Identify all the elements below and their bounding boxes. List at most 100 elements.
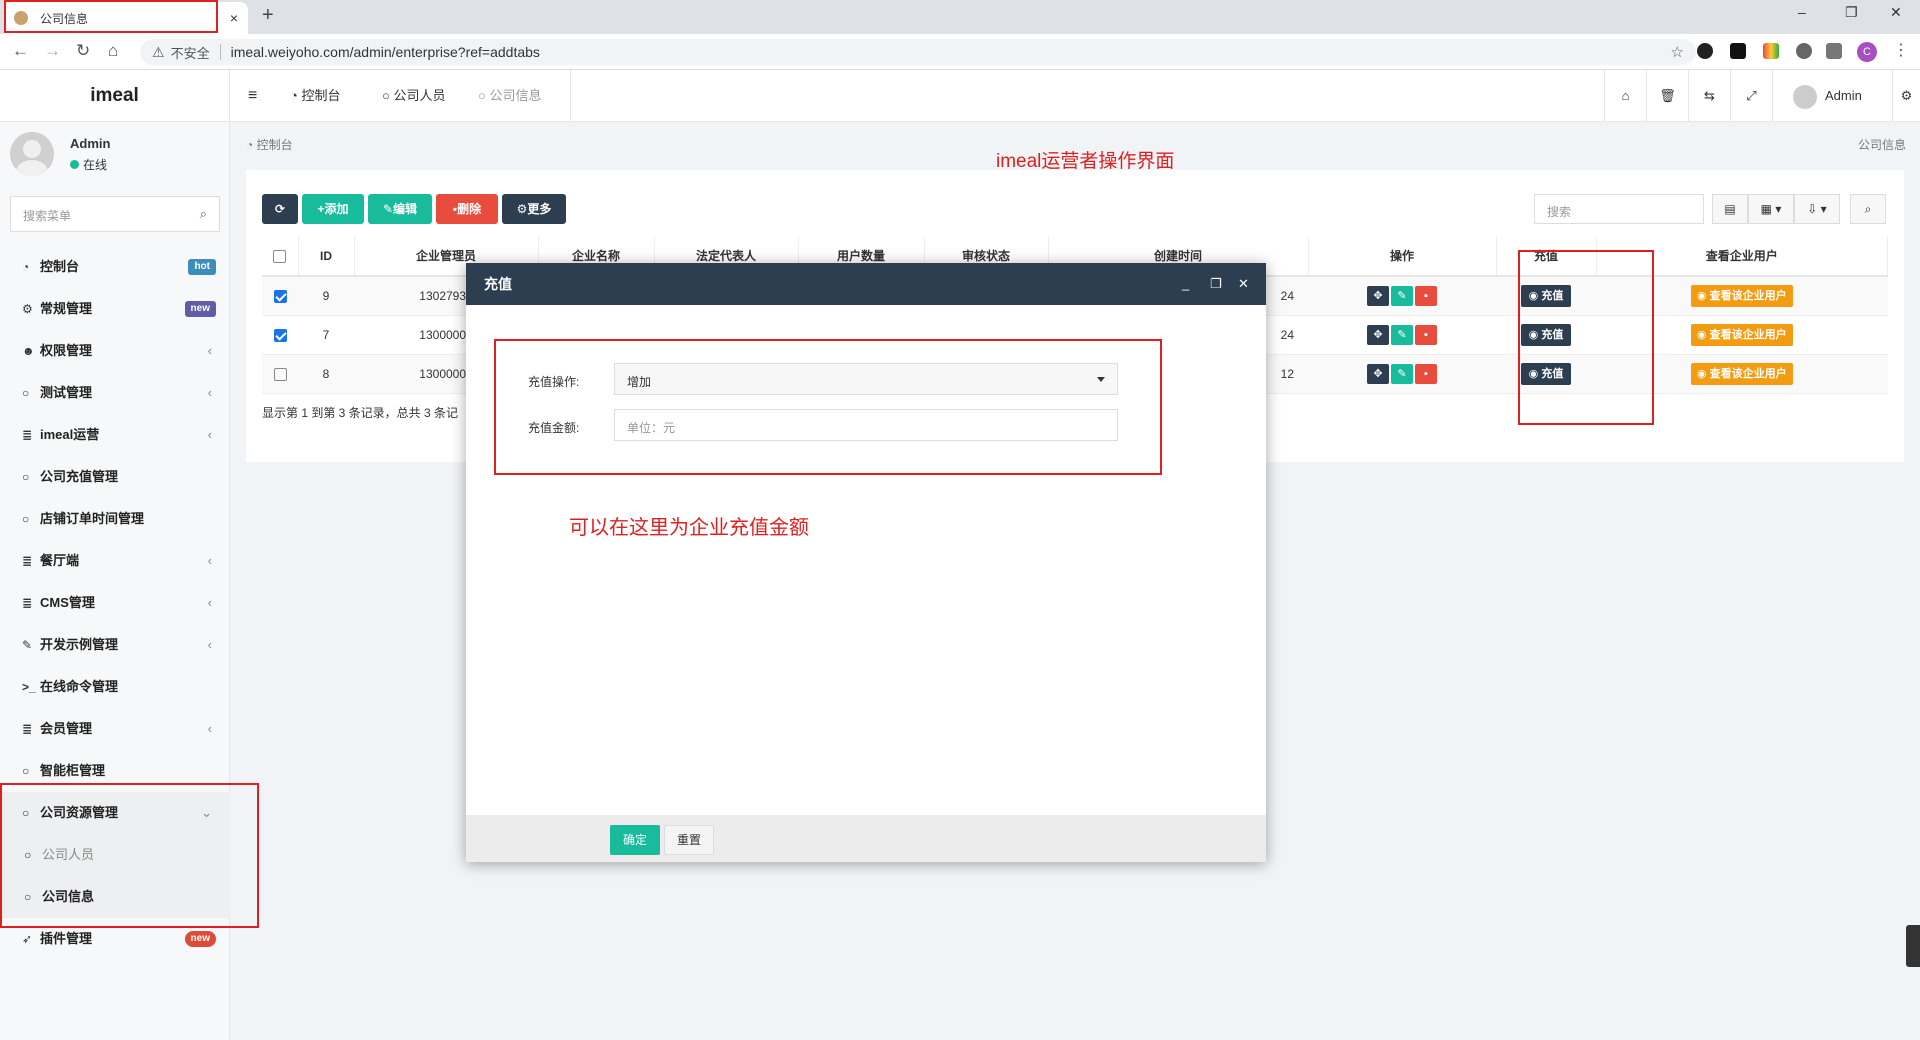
extension-icon[interactable] (1730, 43, 1746, 59)
fullscreen-icon[interactable]: ⤢ (1730, 70, 1772, 122)
view-users-button[interactable]: ◉ 查看该企业用户 (1690, 284, 1793, 307)
drag-icon[interactable]: ✥ (1367, 363, 1389, 384)
sidebar-item-company-recharge[interactable]: ○ 公司充值管理 (0, 456, 230, 498)
sidebar-item-general[interactable]: ⚙ 常规管理 new (0, 288, 230, 330)
ops-cell: ✥ ✎ ▪ (1308, 315, 1496, 355)
online-dot-icon (70, 160, 79, 169)
sidebar-item-store-order-time[interactable]: ○ 店铺订单时间管理 (0, 498, 230, 540)
sidebar-item-imeal-ops[interactable]: ≣ imeal运营 ‹ (0, 414, 230, 456)
gear-icon: ⚙ (516, 202, 528, 216)
annotation-note: 可以在这里为企业充值金额 (569, 517, 809, 539)
row-checkbox[interactable] (273, 289, 287, 303)
settings-icon[interactable]: ⚙ (1892, 70, 1920, 122)
close-icon[interactable]: ✕ (1238, 263, 1249, 305)
sidebar-item-label: 店铺订单时间管理 (40, 511, 145, 526)
sidebar-item-online-command[interactable]: >_ 在线命令管理 (0, 666, 230, 708)
col-header[interactable]: ID (298, 236, 355, 277)
edit-icon[interactable]: ✎ (1391, 363, 1413, 384)
home-icon[interactable]: ⌂ (108, 41, 118, 61)
sidebar-item-dashboard[interactable]: ◔ 控制台 hot (0, 246, 230, 288)
language-icon[interactable]: ⇆ (1688, 70, 1730, 122)
row-checkbox[interactable] (273, 367, 287, 381)
minimize-icon[interactable]: _ (1182, 263, 1189, 305)
chevron-left-icon: ‹ (207, 343, 212, 358)
refresh-button[interactable]: ⟳ (262, 194, 298, 224)
maximize-icon[interactable]: ❐ (1210, 263, 1222, 305)
view-users-label: 查看该企业用户 (1709, 289, 1787, 302)
row-select-cell (262, 276, 298, 316)
circle-icon: ○ (22, 386, 30, 400)
back-icon[interactable]: ← (12, 41, 29, 61)
forward-icon[interactable]: → (44, 41, 61, 61)
drag-icon[interactable]: ✥ (1367, 285, 1389, 306)
list-icon: ≣ (22, 428, 33, 442)
tab-dashboard[interactable]: ◔ 控制台 (290, 70, 340, 122)
reading-list-icon[interactable] (1826, 43, 1842, 59)
delete-icon[interactable]: ▪ (1415, 363, 1437, 384)
search-button[interactable]: ⌕ (1850, 194, 1886, 224)
tab-company-staff[interactable]: ○ 公司人员 (382, 70, 445, 122)
sidebar-item-restaurant[interactable]: ≣ 餐厅端 ‹ (0, 540, 230, 582)
sidebar-item-label: 插件管理 (40, 931, 93, 946)
hot-badge: hot (188, 259, 216, 275)
bookmark-star-icon[interactable]: ☆ (1671, 43, 1684, 61)
dashboard-icon: ◔ (246, 138, 257, 152)
insecure-label: 不安全 (170, 45, 210, 61)
sidebar-item-label: 常规管理 (40, 301, 93, 316)
select-all-checkbox[interactable] (273, 249, 287, 263)
sidebar-item-permission[interactable]: ☻ 权限管理 ‹ (0, 330, 230, 372)
view-users-button[interactable]: ◉ 查看该企业用户 (1690, 323, 1793, 346)
confirm-button[interactable]: 确定 (610, 825, 660, 855)
list-icon: ≣ (22, 596, 33, 610)
columns-button[interactable]: ▦ ▾ (1748, 194, 1794, 224)
extension-icon[interactable] (1697, 43, 1713, 59)
minimize-button[interactable]: – (1798, 4, 1806, 20)
edit-button[interactable]: ✎编辑 (368, 194, 432, 224)
reload-icon[interactable]: ↻ (76, 41, 90, 61)
profile-avatar[interactable]: C (1857, 42, 1877, 62)
annotation-box-recharge-column (1518, 250, 1654, 425)
sidebar-item-test[interactable]: ○ 测试管理 ‹ (0, 372, 230, 414)
window-close-button[interactable]: ✕ (1890, 4, 1902, 21)
home-icon[interactable]: ⌂ (1604, 70, 1646, 122)
new-tab-button[interactable]: + (262, 4, 274, 27)
annotation-box-sidebar (0, 783, 259, 928)
export-button[interactable]: ⇩ ▾ (1794, 194, 1840, 224)
drag-icon[interactable]: ✥ (1367, 324, 1389, 345)
user-panel: Admin 在线 (0, 122, 229, 194)
delete-icon[interactable]: ▪ (1415, 285, 1437, 306)
edit-icon[interactable]: ✎ (1391, 285, 1413, 306)
side-scroll-handle[interactable] (1906, 925, 1920, 967)
breadcrumb-label[interactable]: 控制台 (257, 138, 293, 152)
extension-icon[interactable] (1763, 43, 1779, 59)
row-checkbox[interactable] (273, 328, 287, 342)
edit-icon[interactable]: ✎ (1391, 324, 1413, 345)
puzzle-icon[interactable] (1796, 43, 1812, 59)
chevron-left-icon: ‹ (207, 385, 212, 400)
more-button[interactable]: ⚙更多 (502, 194, 566, 224)
sidebar-item-dev-examples[interactable]: ✎ 开发示例管理 ‹ (0, 624, 230, 666)
sidebar-item-label: 智能柜管理 (40, 763, 106, 778)
table-search-input[interactable]: 搜索 (1534, 194, 1704, 224)
toggle-view-button[interactable]: ▤ (1712, 194, 1748, 224)
reset-button[interactable]: 重置 (664, 825, 714, 855)
admin-user-menu[interactable]: Admin (1772, 70, 1892, 122)
sidebar-item-members[interactable]: ≣ 会员管理 ‹ (0, 708, 230, 750)
app-logo[interactable]: imeal (0, 70, 229, 122)
tab-close-icon[interactable]: × (230, 10, 238, 26)
trash-icon[interactable]: 🗑 (1646, 70, 1688, 122)
menu-toggle-icon[interactable]: ≡ (248, 70, 257, 122)
add-button[interactable]: +添加 (302, 194, 364, 224)
url-field[interactable]: ⚠ 不安全 imeal.weiyoho.com/admin/enterprise… (140, 39, 1696, 65)
tab-company-info[interactable]: ○ 公司信息 (478, 70, 541, 122)
delete-label: 删除 (457, 202, 482, 216)
restore-button[interactable]: ❐ (1845, 4, 1858, 21)
menu-search-input[interactable]: 搜索菜单 ⌕ (10, 196, 220, 232)
kebab-menu-icon[interactable]: ⋮ (1893, 40, 1909, 60)
search-icon[interactable]: ⌕ (200, 206, 207, 222)
delete-icon[interactable]: ▪ (1415, 324, 1437, 345)
sidebar-item-label: 会员管理 (40, 721, 93, 736)
view-users-button[interactable]: ◉ 查看该企业用户 (1690, 362, 1793, 385)
delete-button[interactable]: ▪删除 (436, 194, 498, 224)
sidebar-item-cms[interactable]: ≣ CMS管理 ‹ (0, 582, 230, 624)
